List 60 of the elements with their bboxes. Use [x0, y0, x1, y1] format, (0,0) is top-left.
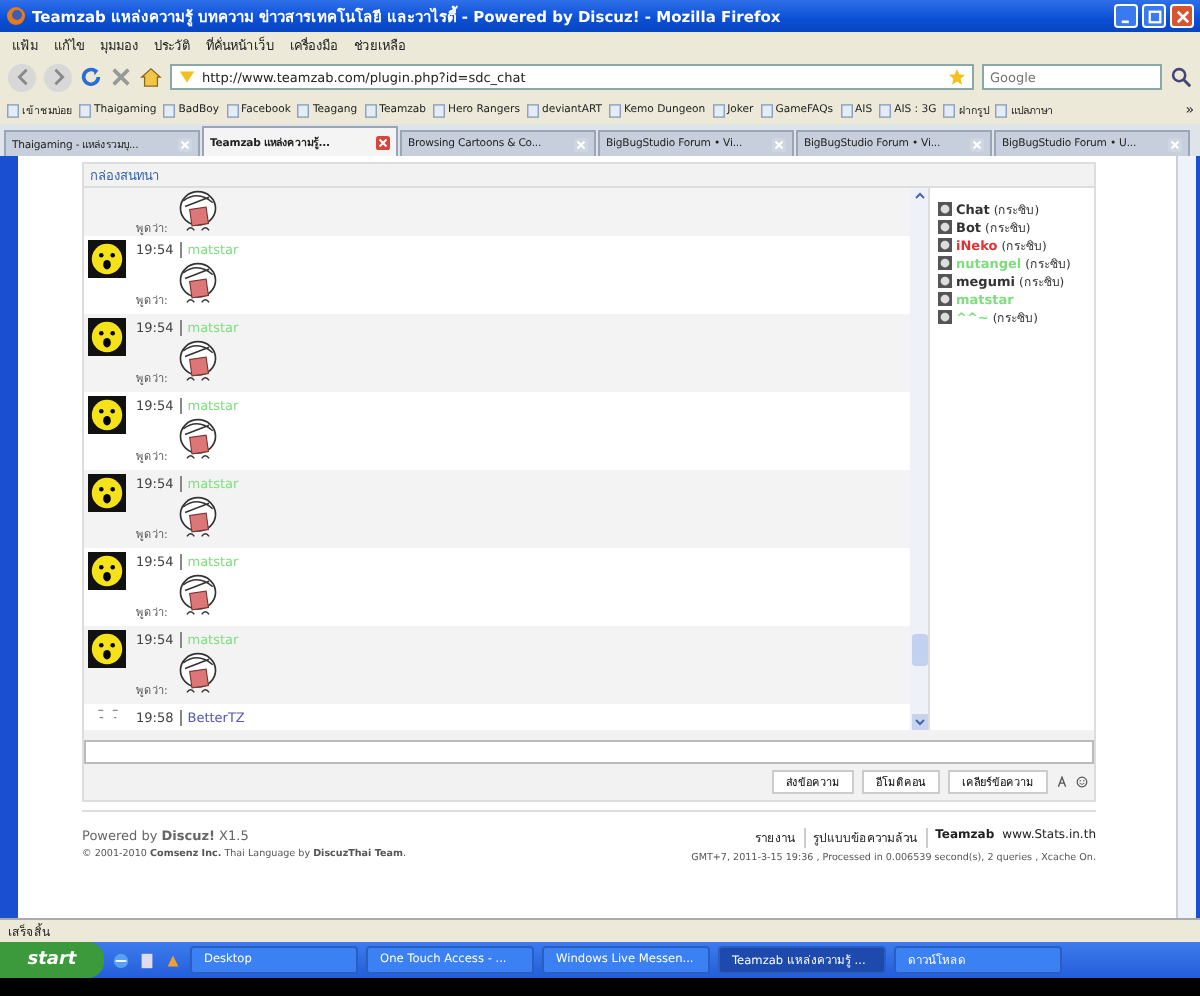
page-icon: [225, 103, 240, 117]
page-icon: [6, 103, 20, 117]
avatar-icon: [88, 396, 126, 434]
home-icon[interactable]: [140, 66, 162, 88]
avatar-icon: [88, 630, 126, 668]
message-input-field[interactable]: [84, 740, 1094, 764]
minimize-button[interactable]: [1114, 4, 1138, 28]
scrollbar[interactable]: [910, 188, 928, 730]
user-avatar-icon: [938, 220, 952, 234]
page-icon: [878, 103, 893, 117]
search-icon[interactable]: [1170, 66, 1192, 88]
font-icon[interactable]: [1056, 776, 1068, 788]
close-icon: [1175, 9, 1189, 23]
page-icon: [162, 103, 177, 117]
star-icon[interactable]: [948, 68, 966, 86]
avatar-icon: [88, 552, 126, 590]
sticker-drawing: [175, 338, 220, 386]
page-icon: [711, 103, 726, 117]
user-avatar-icon: [938, 202, 952, 216]
back-button[interactable]: [8, 63, 36, 91]
sticker-drawing: [175, 494, 220, 542]
page-icon: [759, 103, 774, 117]
sticker-drawing: [175, 650, 220, 698]
sticker-drawing: [175, 572, 220, 620]
page-icon: [363, 103, 378, 117]
user-avatar-icon: [938, 256, 952, 270]
page-icon: [432, 103, 446, 117]
sticker-drawing: [175, 260, 220, 308]
maximize-icon: [1147, 9, 1161, 23]
user-avatar-icon: [938, 274, 952, 288]
scroll-down-icon[interactable]: [911, 714, 927, 730]
scroll-up-icon[interactable]: [911, 188, 927, 204]
stop-icon[interactable]: [110, 66, 132, 88]
avatar-icon: [88, 240, 126, 278]
close-button[interactable]: [1170, 4, 1194, 28]
page-icon: [78, 103, 92, 117]
maximize-button[interactable]: [1142, 4, 1166, 28]
avatar-icon: [88, 474, 126, 512]
user-avatar-icon: [938, 238, 952, 252]
user-avatar-icon: [938, 292, 952, 306]
avatar-icon: [88, 318, 126, 356]
close-icon[interactable]: [376, 135, 390, 149]
sticker-drawing: [175, 416, 220, 464]
browser-icon[interactable]: [112, 951, 130, 969]
page-icon: [839, 103, 854, 117]
site-icon: [178, 68, 196, 86]
page-scrollbar[interactable]: [1176, 156, 1196, 918]
page-icon: [296, 103, 311, 117]
user-avatar-icon: [938, 310, 952, 324]
globe-icon: [6, 6, 26, 26]
start-button[interactable]: start: [0, 942, 104, 978]
scroll-thumb[interactable]: [911, 634, 927, 666]
forward-button[interactable]: [44, 63, 72, 91]
page-icon: [525, 103, 540, 117]
reload-icon[interactable]: [80, 66, 102, 88]
page-icon: [608, 103, 623, 117]
page-icon: [942, 103, 957, 117]
smiley-icon[interactable]: [1076, 776, 1088, 788]
page-icon: [994, 103, 1009, 117]
document-icon[interactable]: [138, 951, 156, 969]
